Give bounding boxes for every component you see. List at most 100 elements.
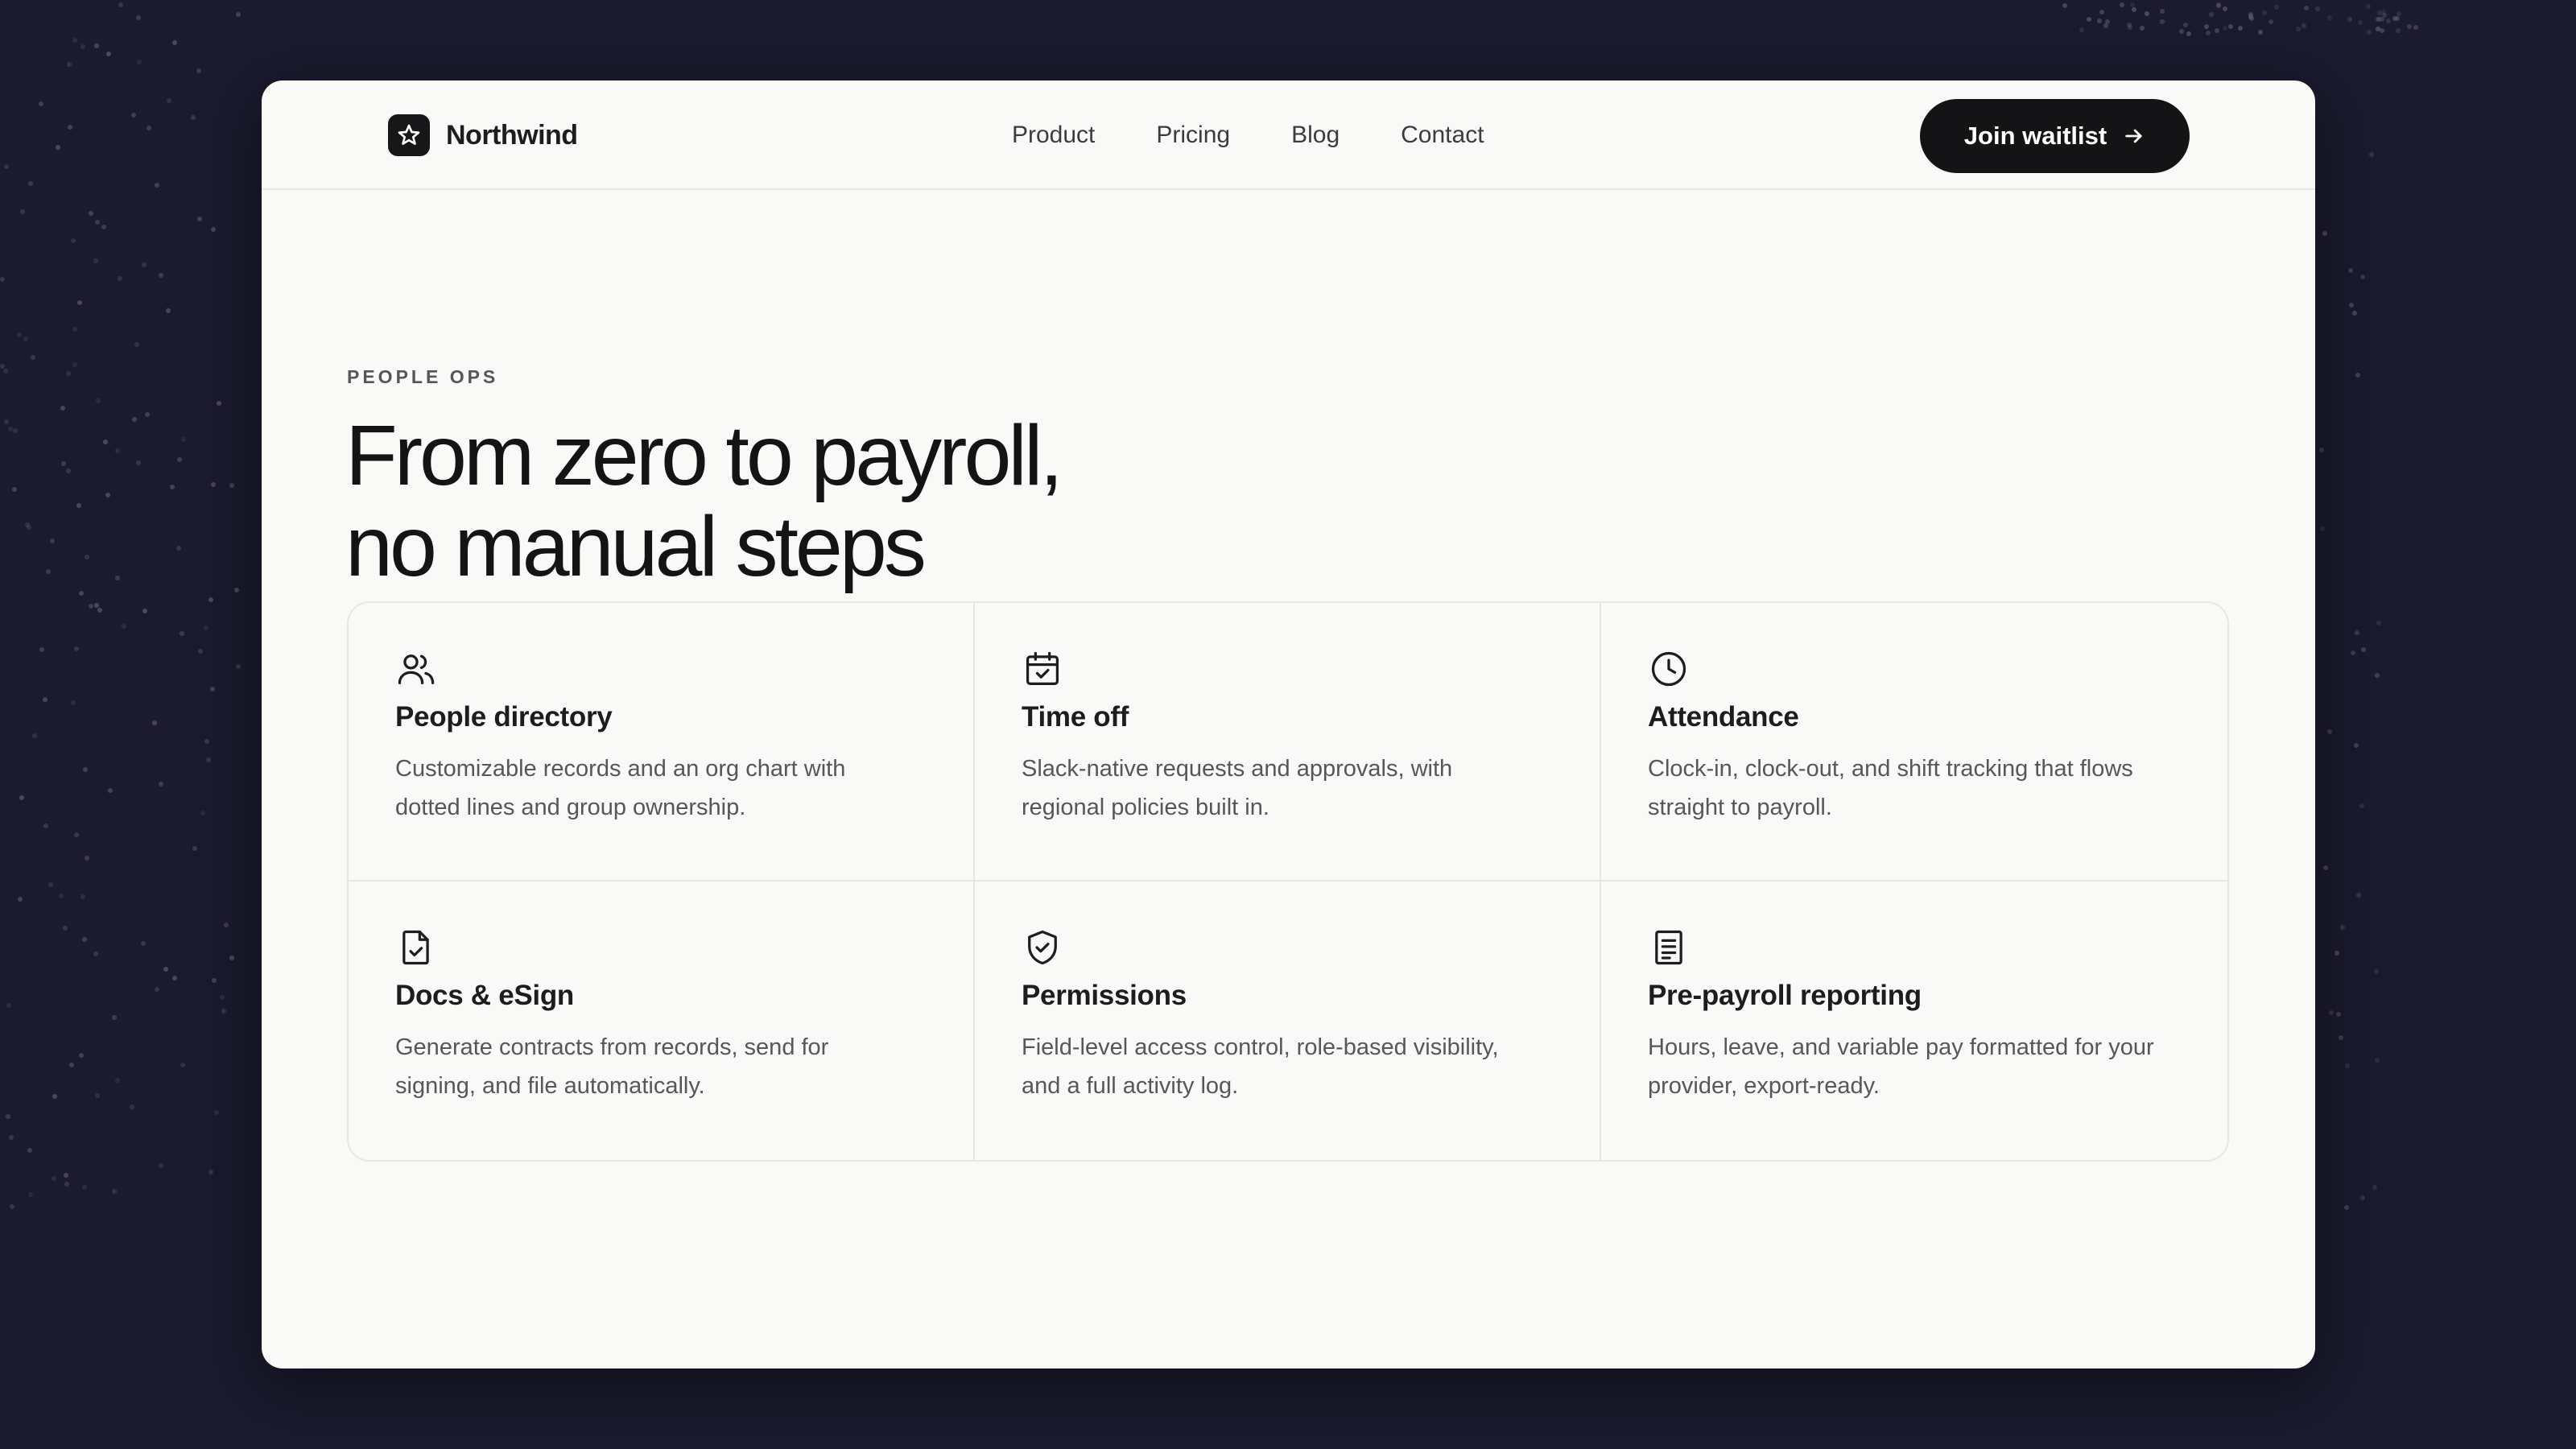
decorative-dot: [155, 987, 159, 992]
nav-link-pricing[interactable]: Pricing: [1156, 122, 1230, 149]
decorative-dot: [64, 1182, 69, 1187]
decorative-dot: [236, 12, 241, 17]
page-title: From zero to payroll, no manual steps: [345, 411, 1472, 592]
decorative-dot: [68, 125, 72, 130]
decorative-dot: [115, 448, 120, 453]
decorative-dot: [2396, 11, 2401, 16]
decorative-dot: [2223, 26, 2227, 31]
feature-title: Pre-payroll reporting: [1648, 980, 1922, 1011]
decorative-dot: [2396, 28, 2401, 33]
join-waitlist-button[interactable]: Join waitlist: [1920, 99, 2190, 173]
feature-title: Docs & eSign: [395, 980, 575, 1011]
decorative-dot: [2274, 5, 2279, 10]
feature-title: Attendance: [1648, 701, 1799, 733]
nav-link-product[interactable]: Product: [1012, 122, 1095, 149]
decorative-dot: [4, 419, 9, 424]
decorative-dot: [2351, 650, 2355, 655]
feature-description: Field-level access control, role-based v…: [1022, 1034, 1499, 1099]
decorative-dot: [52, 1094, 57, 1099]
decorative-dot: [204, 739, 209, 744]
decorative-dot: [217, 401, 221, 406]
decorative-dot: [2358, 20, 2363, 25]
decorative-dot: [2209, 12, 2214, 17]
decorative-dot: [2322, 231, 2327, 236]
decorative-dot: [212, 978, 217, 983]
shield-check-icon: [1028, 930, 1057, 965]
decorative-dot: [159, 782, 163, 786]
decorative-dot: [72, 362, 77, 367]
decorative-dot: [118, 276, 122, 281]
decorative-dot: [2183, 23, 2188, 27]
decorative-dot: [0, 277, 5, 282]
decorative-dot: [2329, 1010, 2334, 1015]
decorative-dot: [142, 609, 147, 613]
decorative-dot: [2179, 29, 2184, 34]
decorative-dot: [43, 697, 47, 702]
decorative-dot: [2407, 24, 2412, 29]
decorative-dot: [20, 209, 25, 214]
decorative-dot: [82, 937, 87, 942]
decorative-dot: [2361, 647, 2366, 652]
decorative-dot: [31, 355, 35, 360]
decorative-dot: [2132, 7, 2136, 12]
decorative-dot: [2340, 925, 2345, 930]
decorative-dot: [80, 44, 85, 49]
brand[interactable]: Northwind: [388, 114, 578, 156]
decorative-dot: [214, 1110, 219, 1115]
decorative-dot: [2413, 25, 2418, 30]
nav-link-blog[interactable]: Blog: [1291, 122, 1340, 149]
decorative-dot: [177, 457, 182, 462]
decorative-dot: [118, 2, 123, 7]
decorative-dot: [141, 941, 146, 946]
nav-link-contact[interactable]: Contact: [1401, 122, 1484, 149]
decorative-dot: [2375, 1058, 2380, 1063]
arrow-right-icon: [2125, 129, 2142, 143]
decorative-dot: [208, 1170, 213, 1174]
decorative-dot: [200, 811, 205, 815]
decorative-dot: [2359, 803, 2364, 808]
decorative-dot: [50, 539, 55, 543]
feature-title: Permissions: [1022, 980, 1187, 1011]
decorative-dot: [2087, 17, 2091, 22]
decorative-dot: [2355, 373, 2360, 378]
decorative-dot: [229, 956, 234, 960]
decorative-dot: [2228, 24, 2233, 29]
decorative-dot: [221, 1009, 226, 1013]
decorative-dot: [94, 603, 99, 608]
decorative-dot: [191, 115, 196, 120]
decorative-dot: [6, 1114, 10, 1119]
decorative-dot: [2377, 10, 2382, 15]
decorative-dot: [122, 624, 126, 629]
feature-card-attendance: Attendance Clock-in, clock-out, and shif…: [1601, 603, 2227, 881]
decorative-dot: [206, 758, 211, 762]
decorative-dot: [19, 795, 24, 800]
decorative-dot: [2386, 19, 2391, 23]
decorative-dot: [210, 687, 215, 691]
decorative-dot: [142, 262, 147, 267]
decorative-dot: [181, 437, 186, 442]
decorative-dot: [2249, 16, 2254, 21]
decorative-dot: [136, 15, 141, 20]
decorative-dot: [2238, 26, 2243, 31]
decorative-dot: [71, 700, 76, 705]
decorative-dot: [167, 98, 171, 103]
decorative-dot: [2369, 152, 2374, 157]
clock-icon: [1651, 651, 1686, 687]
headline-line-1: From zero to payroll,: [345, 408, 1063, 503]
decorative-dot: [2352, 311, 2357, 316]
decorative-dot: [2160, 9, 2165, 14]
decorative-dot: [2376, 27, 2380, 31]
decorative-dot: [2140, 26, 2145, 31]
decorative-dot: [76, 503, 81, 508]
decorative-dot: [2128, 25, 2132, 30]
decorative-dot: [152, 720, 157, 725]
decorative-dot: [134, 342, 139, 347]
decorative-dot: [211, 482, 216, 487]
decorative-dot: [2327, 729, 2332, 734]
decorative-dot: [46, 569, 51, 574]
decorative-dot: [93, 258, 98, 263]
decorative-dot: [2376, 17, 2380, 22]
decorative-dot: [17, 332, 22, 337]
decorative-dot: [105, 493, 110, 497]
decorative-dot: [18, 897, 23, 902]
